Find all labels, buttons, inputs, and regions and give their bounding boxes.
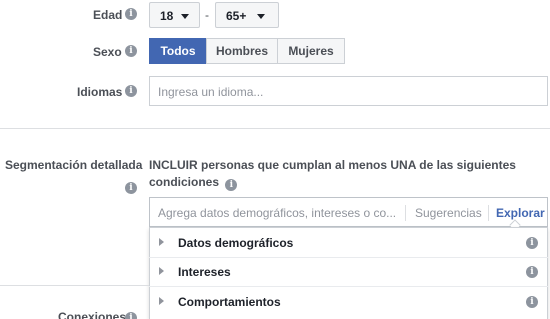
behaviors-info-icon[interactable]: i — [526, 296, 538, 308]
gender-info-icon[interactable]: i — [125, 45, 137, 57]
category-row-demographics[interactable]: Datos demográficos i — [149, 228, 548, 258]
languages-label: Idiomas — [77, 85, 123, 99]
demographics-info-icon[interactable]: i — [526, 237, 538, 249]
chevron-down-icon — [181, 14, 189, 19]
gender-label: Sexo — [93, 45, 122, 59]
explore-link[interactable]: Explorar — [496, 206, 545, 220]
chevron-down-icon — [257, 14, 265, 19]
expand-arrow-icon — [159, 267, 164, 275]
age-max-select[interactable]: 65+ — [215, 2, 279, 28]
section-divider — [0, 285, 149, 286]
category-label: Comportamientos — [178, 295, 281, 309]
category-row-behaviors[interactable]: Comportamientos i — [149, 287, 548, 317]
include-text: INCLUIR personas que cumplan al menos UN… — [149, 158, 516, 189]
detailed-targeting-info-icon[interactable]: i — [125, 182, 137, 194]
category-label: Intereses — [178, 265, 231, 279]
age-min-value: 18 — [160, 9, 174, 23]
include-description: INCLUIR personas que cumplan al menos UN… — [149, 157, 539, 191]
search-separator — [488, 205, 489, 221]
interests-info-icon[interactable]: i — [526, 266, 538, 278]
next-section-label: Conexiones — [58, 310, 127, 319]
age-min-select[interactable]: 18 — [149, 2, 200, 28]
search-separator — [405, 205, 406, 221]
include-info-icon[interactable]: i — [225, 179, 238, 191]
expand-arrow-icon — [159, 297, 164, 305]
detailed-targeting-label: Segmentación detallada — [5, 158, 143, 172]
languages-placeholder: Ingresa un idioma... — [158, 85, 264, 99]
section-divider — [0, 128, 550, 129]
age-separator: - — [205, 8, 209, 22]
languages-input[interactable]: Ingresa un idioma... — [149, 76, 548, 106]
gender-option-all[interactable]: Todos — [149, 38, 207, 64]
category-label: Datos demográficos — [178, 236, 294, 250]
next-section-info-icon[interactable]: i — [125, 312, 137, 319]
category-row-interests[interactable]: Intereses i — [149, 257, 548, 287]
age-info-icon[interactable]: i — [125, 8, 137, 20]
expand-arrow-icon — [159, 238, 164, 246]
detailed-targeting-search[interactable]: Agrega datos demográficos, intereses o c… — [149, 197, 548, 231]
search-placeholder: Agrega datos demográficos, intereses o c… — [158, 206, 397, 220]
languages-info-icon[interactable]: i — [125, 85, 137, 97]
gender-option-women[interactable]: Mujeres — [277, 38, 345, 64]
suggestions-link[interactable]: Sugerencias — [415, 206, 482, 220]
age-label: Edad — [93, 8, 123, 22]
gender-option-men[interactable]: Hombres — [206, 38, 278, 64]
age-max-value: 65+ — [226, 9, 247, 23]
